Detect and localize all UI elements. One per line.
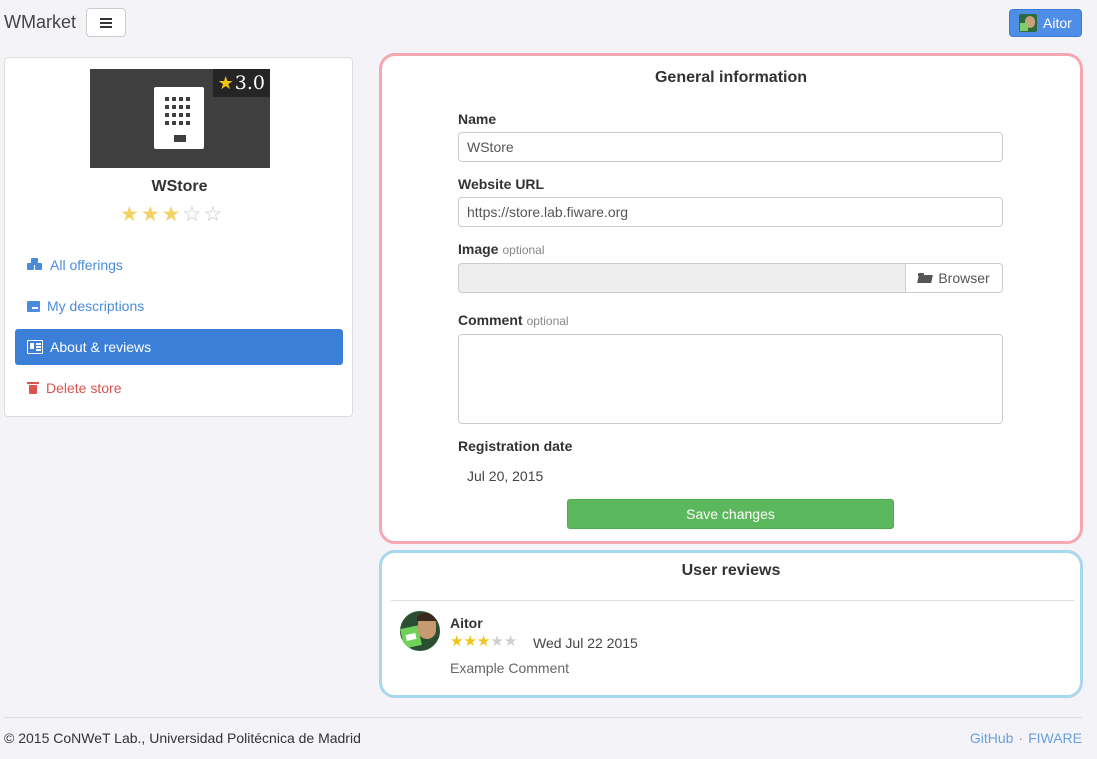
- user-reviews-panel: User reviews Aitor ★ ★ ★ ★ ★ Wed Jul 22 …: [379, 550, 1083, 698]
- review-author: Aitor: [450, 615, 483, 631]
- nav-item-all-offerings[interactable]: All offerings: [15, 247, 343, 283]
- star-filled-icon: ★: [463, 633, 477, 650]
- name-label: Name: [458, 111, 497, 127]
- comment-textarea[interactable]: [458, 334, 1003, 424]
- panel-title: User reviews: [681, 562, 781, 579]
- top-navbar: WMarket Aitor: [0, 0, 1097, 46]
- star-filled-icon: ★: [450, 633, 464, 650]
- reviewer-avatar: [400, 611, 440, 651]
- menu-toggle-button[interactable]: [86, 8, 126, 37]
- image-label: Image optional: [458, 241, 545, 257]
- github-link[interactable]: GitHub: [970, 730, 1014, 746]
- save-changes-button[interactable]: Save changes: [567, 499, 894, 529]
- star-empty-icon: ☆: [182, 203, 202, 226]
- registration-date-value: Jul 20, 2015: [467, 468, 544, 484]
- comment-label-text: Comment: [458, 312, 523, 328]
- user-menu-button[interactable]: Aitor: [1009, 9, 1082, 37]
- footer-separator: ·: [1018, 730, 1024, 746]
- newspaper-icon: [27, 340, 43, 354]
- store-name: WStore: [151, 178, 208, 195]
- star-filled-icon: ★: [140, 203, 160, 226]
- browse-button[interactable]: Browser: [906, 263, 1003, 293]
- website-url-input[interactable]: [458, 197, 1003, 227]
- archive-icon: [27, 300, 40, 312]
- thumbnail-rating-badge: ★ 3.0: [212, 69, 270, 97]
- registration-date-label: Registration date: [458, 438, 573, 454]
- store-nav: All offerings My descriptions About & re…: [15, 247, 343, 411]
- general-information-panel: General information Name Website URL Ima…: [379, 53, 1083, 544]
- footer-divider: [4, 717, 1082, 718]
- divider: [391, 600, 1074, 601]
- panel-title: General information: [654, 69, 808, 86]
- star-icon: ★: [217, 72, 234, 94]
- image-file-field[interactable]: [458, 263, 906, 293]
- fiware-link[interactable]: FIWARE: [1028, 730, 1082, 746]
- nav-item-label: About & reviews: [50, 339, 152, 355]
- user-avatar-icon: [1019, 14, 1037, 32]
- review-date: Wed Jul 22 2015: [533, 635, 638, 651]
- trash-icon: [27, 381, 39, 395]
- image-label-text: Image: [458, 241, 499, 257]
- hamburger-icon: [100, 17, 112, 28]
- nav-item-label: All offerings: [50, 257, 123, 273]
- star-empty-icon: ☆: [203, 203, 223, 226]
- optional-hint: optional: [526, 314, 569, 328]
- review-comment: Example Comment: [450, 660, 570, 676]
- image-upload-group: Browser: [458, 263, 1003, 293]
- user-name: Aitor: [1043, 15, 1072, 31]
- store-sidebar: ★ 3.0 WStore ★ ★ ★ ☆ ☆ All offerings My …: [4, 57, 353, 417]
- thumbnail-rating-value: 3.0: [234, 72, 265, 94]
- nav-item-delete-store[interactable]: Delete store: [15, 370, 343, 406]
- star-filled-icon: ★: [120, 203, 139, 226]
- star-filled-icon: ★: [161, 203, 181, 226]
- cubes-icon: [27, 258, 43, 272]
- browse-button-label: Browser: [938, 270, 990, 286]
- store-rating-stars: ★ ★ ★ ☆ ☆: [120, 203, 222, 227]
- star-empty-icon: ★: [490, 633, 504, 650]
- website-url-label: Website URL: [458, 176, 545, 192]
- building-icon: [154, 87, 204, 149]
- review-rating-stars: ★ ★ ★ ★ ★: [450, 633, 517, 651]
- star-filled-icon: ★: [476, 633, 491, 650]
- nav-item-about-reviews[interactable]: About & reviews: [15, 329, 343, 365]
- nav-item-my-descriptions[interactable]: My descriptions: [15, 288, 343, 324]
- name-input[interactable]: [458, 132, 1003, 162]
- nav-item-label: Delete store: [46, 380, 122, 396]
- optional-hint: optional: [502, 243, 545, 257]
- nav-item-label: My descriptions: [47, 298, 145, 314]
- footer-links: GitHub · FIWARE: [970, 730, 1082, 746]
- folder-open-icon: [918, 273, 932, 283]
- comment-label: Comment optional: [458, 312, 569, 328]
- star-empty-icon: ★: [503, 633, 518, 650]
- store-image: ★ 3.0: [90, 69, 270, 168]
- footer-copyright: © 2015 CoNWeT Lab., Universidad Politécn…: [4, 730, 361, 746]
- brand-logo[interactable]: WMarket: [4, 12, 76, 33]
